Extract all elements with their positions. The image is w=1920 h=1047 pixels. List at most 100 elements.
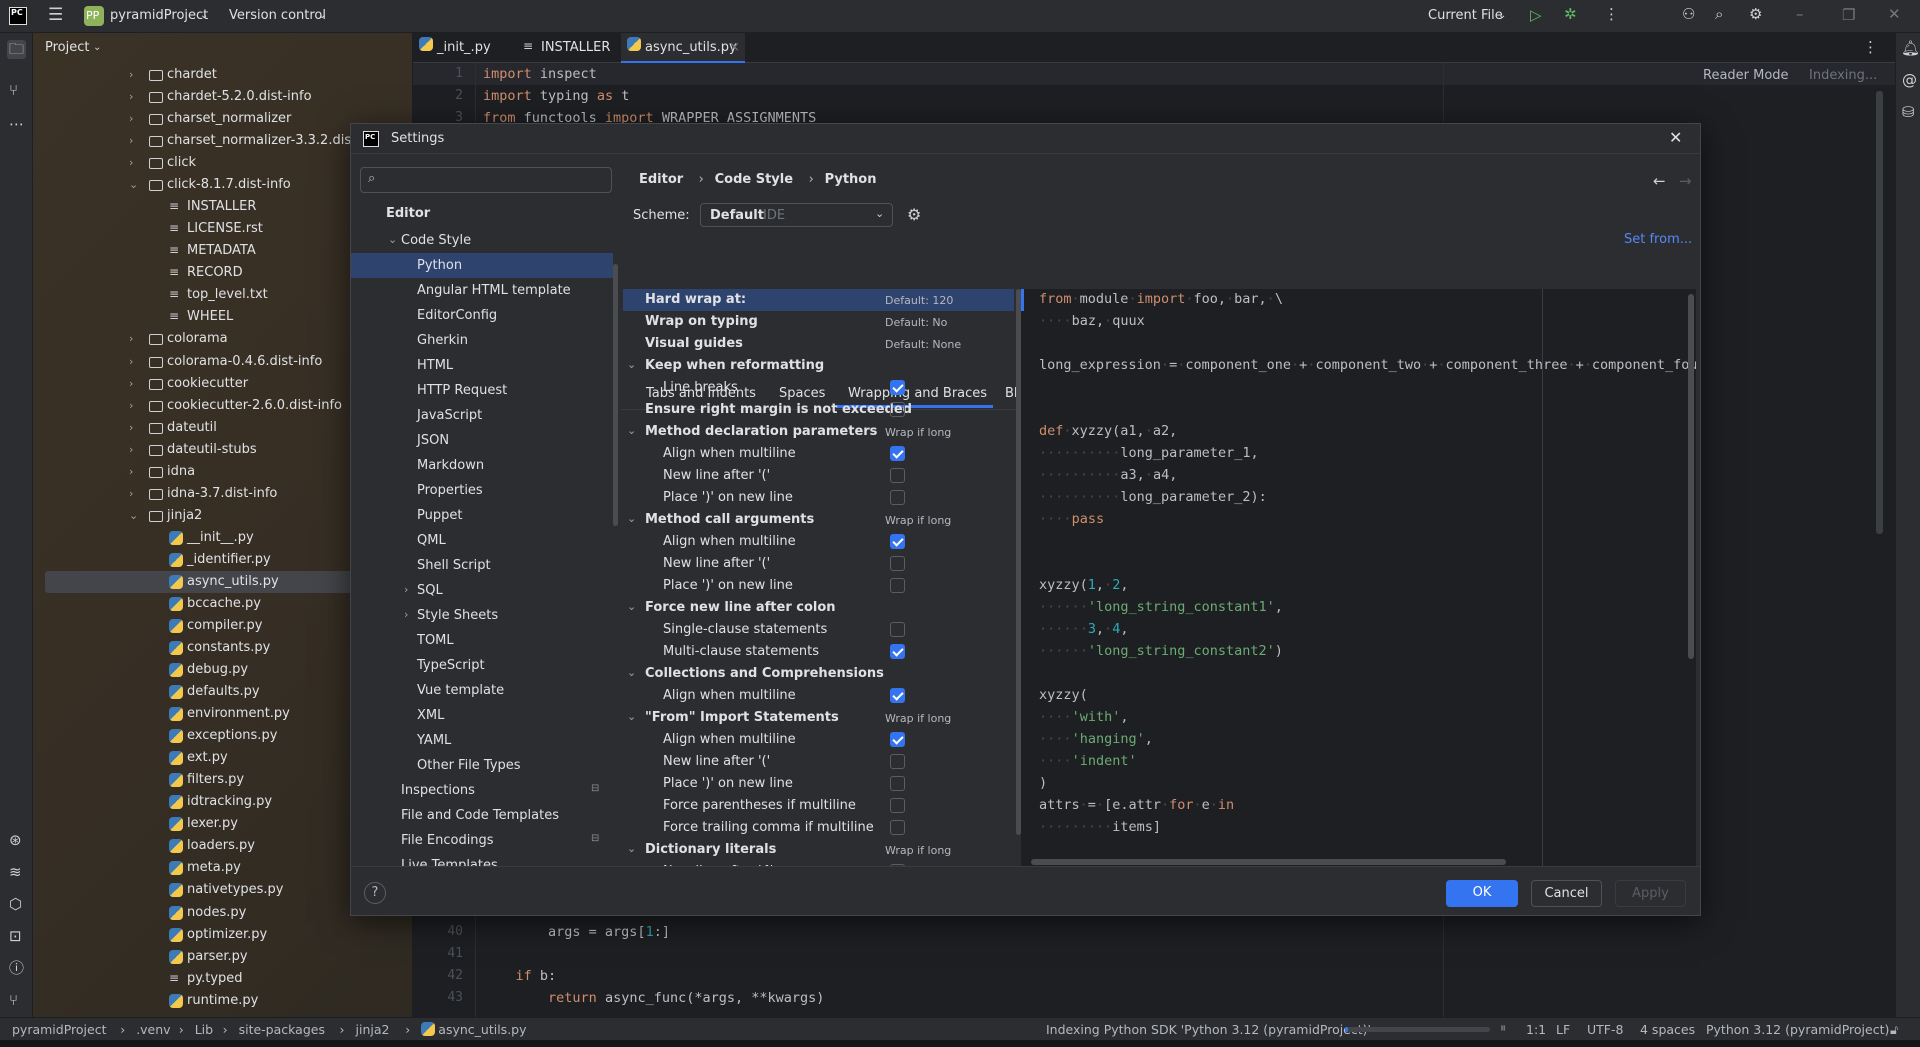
preview-vscrollbar[interactable] xyxy=(1688,294,1694,659)
set-from-link[interactable]: Set from... xyxy=(1624,232,1692,247)
chevron-right-icon[interactable]: › xyxy=(129,134,133,147)
notifications-icon[interactable]: 🔔︎ xyxy=(1901,41,1920,56)
editor-tab[interactable]: async_utils.py × xyxy=(621,33,745,63)
settings-nav-item[interactable]: Puppet xyxy=(351,503,613,528)
settings-nav-item[interactable]: JSON xyxy=(351,428,613,453)
settings-nav-item[interactable]: Editor xyxy=(351,201,613,226)
settings-nav-item[interactable]: Python xyxy=(351,253,613,278)
option-row[interactable]: Place ')' on new line xyxy=(623,575,1014,597)
settings-nav-item[interactable]: HTTP Request xyxy=(351,378,613,403)
database-icon[interactable]: ⛁ xyxy=(1902,105,1915,120)
option-value[interactable]: Default: 120 xyxy=(885,294,953,307)
git-icon[interactable]: ⑂ xyxy=(9,993,18,1008)
chevron-right-icon[interactable]: › xyxy=(404,583,408,596)
interpreter-selector[interactable]: Python 3.12 (pyramidProject) xyxy=(1706,1022,1889,1037)
option-row[interactable]: New line after '(' xyxy=(623,553,1014,575)
status-breadcrumb-item[interactable]: async_utils.py xyxy=(438,1022,526,1037)
chevron-right-icon[interactable]: › xyxy=(129,465,133,478)
option-value[interactable]: Wrap if long xyxy=(885,514,951,527)
option-value[interactable]: Wrap if long xyxy=(885,712,951,725)
option-checkbox[interactable] xyxy=(890,688,905,703)
close-tab-icon[interactable]: × xyxy=(729,40,740,55)
option-row[interactable]: ⌄ Method declaration parameters Wrap if lo… xyxy=(623,421,1014,443)
option-row[interactable]: Align when multiline xyxy=(623,531,1014,553)
scheme-dropdown[interactable]: Default IDE ⌄ xyxy=(700,203,893,227)
caret-position[interactable]: 1:1 xyxy=(1526,1022,1546,1037)
settings-nav-item[interactable]: Angular HTML template xyxy=(351,278,613,303)
settings-nav-item[interactable]: › Style Sheets xyxy=(351,603,613,628)
option-checkbox[interactable] xyxy=(890,776,905,791)
structure-tool-icon[interactable]: ⑂ xyxy=(9,83,18,98)
option-value[interactable]: Wrap if long xyxy=(885,426,951,439)
chevron-right-icon[interactable]: › xyxy=(129,399,133,412)
run-config-selector[interactable]: Current File xyxy=(1428,8,1503,23)
option-row[interactable]: Multi-clause statements xyxy=(623,641,1014,663)
tree-item[interactable]: ≡ py.typed xyxy=(33,968,412,990)
option-checkbox[interactable] xyxy=(890,798,905,813)
option-row[interactable]: Place ')' on new line xyxy=(623,773,1014,795)
forward-arrow-icon[interactable]: → xyxy=(1679,172,1692,190)
option-row[interactable]: Wrap on typing Default: No xyxy=(623,311,1014,333)
option-checkbox[interactable] xyxy=(890,402,905,417)
option-row[interactable]: Line breaks xyxy=(623,377,1014,399)
chevron-down-icon[interactable]: ⌄ xyxy=(627,666,636,679)
option-checkbox[interactable] xyxy=(890,446,905,461)
pause-icon[interactable]: ⏸ xyxy=(1500,1020,1506,1036)
option-checkbox[interactable] xyxy=(890,578,905,593)
status-breadcrumb-item[interactable]: site-packages xyxy=(239,1022,325,1037)
services-icon[interactable]: ⬡ xyxy=(9,897,22,912)
preview-hscrollbar[interactable] xyxy=(1031,859,1506,865)
settings-nav-item[interactable]: JavaScript xyxy=(351,403,613,428)
ok-button[interactable]: OK xyxy=(1446,880,1518,907)
settings-nav-item[interactable]: Properties xyxy=(351,478,613,503)
lock-icon[interactable]: 🔓︎ xyxy=(1890,1022,1898,1038)
chevron-right-icon[interactable]: › xyxy=(129,90,133,103)
settings-nav-item[interactable]: File and Code Templates xyxy=(351,803,613,828)
nav-scrollbar[interactable] xyxy=(613,264,618,526)
chevron-right-icon[interactable]: › xyxy=(129,487,133,500)
back-arrow-icon[interactable]: ← xyxy=(1653,172,1666,190)
problems-icon[interactable]: ⓘ xyxy=(9,961,24,976)
chevron-right-icon[interactable]: › xyxy=(129,332,133,345)
option-row[interactable]: ⌄ Collections and Comprehensions xyxy=(623,663,1014,685)
status-breadcrumb-item[interactable]: pyramidProject xyxy=(12,1022,106,1037)
more-tools-icon[interactable]: ⋯ xyxy=(9,117,24,132)
chevron-right-icon[interactable]: › xyxy=(129,377,133,390)
more-icon[interactable]: ⋮ xyxy=(1604,7,1619,22)
settings-nav-item[interactable]: Other File Types xyxy=(351,753,613,778)
debug-icon[interactable]: ✲ xyxy=(1564,7,1577,22)
editor-tab[interactable]: _init_.py xyxy=(413,33,513,63)
option-checkbox[interactable] xyxy=(890,556,905,571)
minimize-icon[interactable]: – xyxy=(1796,7,1804,22)
settings-nav-item[interactable]: YAML xyxy=(351,728,613,753)
option-row[interactable]: ⌄ Force new line after colon xyxy=(623,597,1014,619)
settings-search-box[interactable]: ⌕ xyxy=(360,167,612,193)
option-row[interactable]: ⌄ Dictionary literals Wrap if long xyxy=(623,839,1014,861)
restore-icon[interactable]: ❐ xyxy=(1842,8,1855,23)
option-checkbox[interactable] xyxy=(890,534,905,549)
settings-nav-item[interactable]: EditorConfig xyxy=(351,303,613,328)
line-separator[interactable]: LF xyxy=(1556,1022,1570,1037)
layers-icon[interactable]: ≋ xyxy=(9,865,22,880)
close-icon[interactable]: ✕ xyxy=(1669,128,1682,147)
python-console-icon[interactable]: ⊛ xyxy=(9,833,22,848)
tab-options-icon[interactable]: ⋮ xyxy=(1863,40,1878,55)
option-row[interactable]: Single-clause statements xyxy=(623,619,1014,641)
settings-nav-item[interactable]: File Encodings ⊟ xyxy=(351,828,613,853)
settings-nav-item[interactable]: Markdown xyxy=(351,453,613,478)
chevron-right-icon[interactable]: › xyxy=(129,68,133,81)
breadcrumb-item[interactable]: Code Style xyxy=(715,172,793,187)
settings-nav-item[interactable]: Gherkin xyxy=(351,328,613,353)
option-row[interactable]: ⌄ "From" Import Statements Wrap if long xyxy=(623,707,1014,729)
chevron-right-icon[interactable]: › xyxy=(404,608,408,621)
add-user-icon[interactable]: ⚇ xyxy=(1682,7,1695,22)
chevron-down-icon[interactable]: ⌄ xyxy=(627,842,636,855)
chevron-down-icon[interactable]: ⌄ xyxy=(627,512,636,525)
status-breadcrumb-item[interactable]: jinja2 xyxy=(356,1022,390,1037)
option-checkbox[interactable] xyxy=(890,468,905,483)
option-checkbox[interactable] xyxy=(890,380,905,395)
tree-item[interactable]: › chardet-5.2.0.dist-info xyxy=(33,86,412,108)
option-row[interactable]: ⌄ Keep when reformatting xyxy=(623,355,1014,377)
chevron-down-icon[interactable]: ⌄ xyxy=(129,178,138,191)
chevron-down-icon[interactable]: ⌄ xyxy=(388,233,397,246)
